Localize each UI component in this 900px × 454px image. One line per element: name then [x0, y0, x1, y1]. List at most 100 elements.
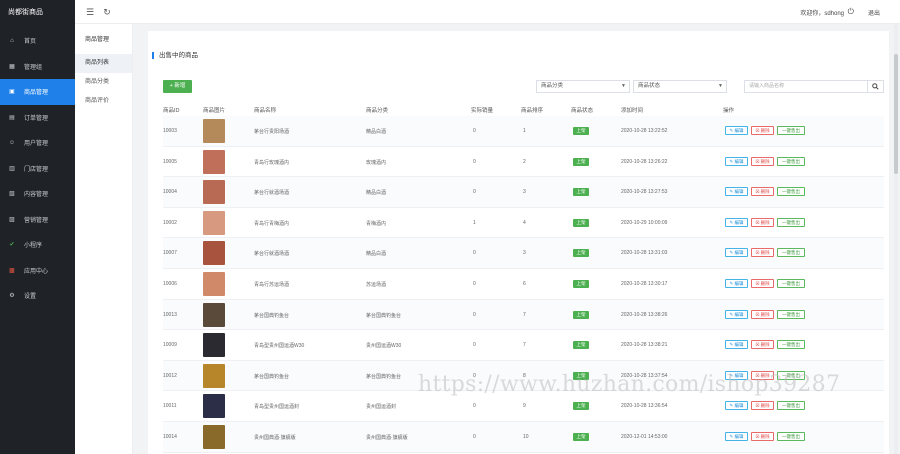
- edit-button[interactable]: ✎ 编辑: [725, 126, 748, 135]
- sell-out-button[interactable]: 一键售出: [777, 278, 805, 288]
- cell-name: 青岛型贵州国运酒封: [254, 404, 300, 411]
- status-badge[interactable]: 上架: [573, 402, 589, 411]
- cell-time: 2020-10-28 13:31:03: [621, 250, 668, 257]
- product-thumbnail: [203, 302, 225, 327]
- cell-time: 2020-10-28 13:36:54: [621, 403, 668, 410]
- category-select[interactable]: 商品分类 ▼: [536, 80, 630, 93]
- scrollbar-thumb[interactable]: [894, 54, 898, 174]
- edit-button[interactable]: ✎ 编辑: [725, 340, 748, 350]
- edit-button[interactable]: ✎ 编辑: [725, 309, 748, 319]
- cell-category: 茅台国典钓鱼台: [366, 312, 402, 319]
- add-product-button[interactable]: + 新增: [163, 80, 192, 93]
- delete-button[interactable]: ☒ 删除: [751, 156, 774, 166]
- edit-button[interactable]: ✎ 编辑: [725, 401, 748, 411]
- page-scrollbar[interactable]: [894, 24, 898, 454]
- submenu-item-product-category[interactable]: 商品分类: [75, 73, 132, 92]
- edit-button[interactable]: ✎ 编辑: [725, 217, 748, 227]
- delete-button[interactable]: ☒ 删除: [751, 401, 774, 411]
- product-thumbnail: [203, 119, 225, 143]
- sidebar-item-8[interactable]: ✔ 小程序: [0, 232, 75, 258]
- submenu-item-product-list[interactable]: 商品列表: [75, 54, 132, 73]
- sell-out-button[interactable]: 一键售出: [777, 431, 805, 441]
- sidebar-item-3[interactable]: ▤ 订单管理: [0, 105, 75, 131]
- status-badge[interactable]: 上架: [573, 249, 589, 258]
- sell-out-button[interactable]: 一键售出: [777, 217, 805, 227]
- cell-id: 10007: [163, 250, 177, 257]
- status-badge[interactable]: 上架: [573, 188, 589, 197]
- menu-toggle-icon[interactable]: ☰: [85, 7, 95, 17]
- cell-time: 2020-10-28 13:38:21: [621, 342, 668, 349]
- table-row: 10004 茅台行就酒场酒 精品白酒 0 3 2020-10-28 13:27:53 上架 ✎…: [163, 177, 884, 208]
- sidebar-item-5[interactable]: ▥ 门店管理: [0, 156, 75, 182]
- edit-button[interactable]: ✎ 编辑: [725, 431, 748, 441]
- sidebar-item-6[interactable]: ▧ 内容管理: [0, 181, 75, 207]
- col-sales: 实际销量: [471, 108, 494, 114]
- delete-button[interactable]: ☒ 删除: [751, 431, 774, 441]
- product-thumbnail: [203, 271, 225, 296]
- sell-out-button[interactable]: 一键售出: [777, 187, 805, 197]
- logout-link[interactable]: 退出: [868, 8, 880, 17]
- status-select[interactable]: 商品状态 ▼: [633, 80, 727, 93]
- cell-sort: 4: [523, 219, 526, 226]
- col-id: 商品ID: [163, 108, 180, 114]
- delete-button[interactable]: ☒ 删除: [751, 309, 774, 319]
- sidebar-item-label: 门店管理: [24, 166, 49, 173]
- apps-icon: ▩: [9, 267, 15, 274]
- submenu-item-product-review[interactable]: 商品评价: [75, 92, 132, 111]
- sidebar-item-0[interactable]: ⌂ 首页: [0, 28, 75, 54]
- sidebar-item-label: 应用中心: [24, 268, 49, 275]
- cell-id: 10005: [163, 158, 177, 165]
- edit-button[interactable]: ✎ 编辑: [725, 187, 748, 197]
- sell-out-button[interactable]: 一键售出: [777, 401, 805, 411]
- edit-button[interactable]: ✎ 编辑: [725, 278, 748, 288]
- sell-out-button[interactable]: 一键售出: [777, 340, 805, 350]
- cell-sales: 0: [473, 342, 476, 349]
- product-thumbnail: [203, 424, 225, 449]
- status-badge[interactable]: 上架: [573, 157, 589, 166]
- refresh-icon[interactable]: ↻: [102, 7, 112, 17]
- status-badge[interactable]: 上架: [573, 310, 589, 319]
- search-input[interactable]: 请输入商品名称: [744, 80, 868, 93]
- cell-sales: 0: [473, 250, 476, 257]
- delete-button[interactable]: ☒ 删除: [751, 187, 774, 197]
- sidebar-item-4[interactable]: ☺ 用户管理: [0, 130, 75, 156]
- delete-button[interactable]: ☒ 删除: [751, 340, 774, 350]
- cell-sort: 1: [523, 128, 526, 134]
- delete-button[interactable]: ☒ 删除: [751, 126, 774, 135]
- status-badge[interactable]: 上架: [573, 279, 589, 288]
- cell-id: 10006: [163, 280, 177, 287]
- sidebar-item-9[interactable]: ▩ 应用中心: [0, 258, 75, 284]
- sell-out-button[interactable]: 一键售出: [777, 156, 805, 166]
- table-row: 10009 青岛型贵州国运酒W30 贵州国运酒W30 0 7 2020-10-28 13:…: [163, 330, 884, 361]
- col-status: 商品状态: [571, 108, 594, 114]
- status-badge[interactable]: 上架: [573, 341, 589, 350]
- sidebar-item-2[interactable]: ▣ 商品管理: [0, 79, 75, 105]
- sell-out-button[interactable]: 一键售出: [777, 309, 805, 319]
- sidebar-item-1[interactable]: ▦ 管理组: [0, 54, 75, 80]
- cell-name: 青岛行青梅酒内: [254, 220, 290, 227]
- status-badge[interactable]: 上架: [573, 218, 589, 227]
- table-row: 10005 青岛行玫瑰酒内 玫瑰酒内 0 2 2020-10-28 13:26:22 上架 ✎…: [163, 147, 884, 178]
- sell-out-button[interactable]: 一键售出: [777, 126, 805, 135]
- cell-sort: 2: [523, 158, 526, 165]
- sidebar-item-label: 营销管理: [24, 217, 49, 224]
- status-badge[interactable]: 上架: [573, 432, 589, 441]
- sidebar-item-7[interactable]: ▨ 营销管理: [0, 207, 75, 233]
- cell-sort: 3: [523, 189, 526, 196]
- sidebar-item-label: 管理组: [24, 64, 43, 71]
- edit-button[interactable]: ✎ 编辑: [725, 156, 748, 166]
- status-badge[interactable]: 上架: [573, 127, 589, 135]
- edit-button[interactable]: ✎ 编辑: [725, 248, 748, 258]
- search-button[interactable]: [868, 80, 884, 93]
- sidebar-item-10[interactable]: ⚙ 设置: [0, 283, 75, 309]
- sell-out-button[interactable]: 一键售出: [777, 248, 805, 258]
- cell-name: 茅台国典钓鱼台: [254, 312, 290, 319]
- cell-sales: 0: [473, 280, 476, 287]
- search-icon: [872, 83, 879, 90]
- delete-button[interactable]: ☒ 删除: [751, 278, 774, 288]
- user-icon: ☺: [8, 139, 16, 146]
- delete-button[interactable]: ☒ 删除: [751, 217, 774, 227]
- col-category: 商品分类: [366, 108, 389, 114]
- power-icon[interactable]: ⏻: [848, 7, 854, 17]
- delete-button[interactable]: ☒ 删除: [751, 248, 774, 258]
